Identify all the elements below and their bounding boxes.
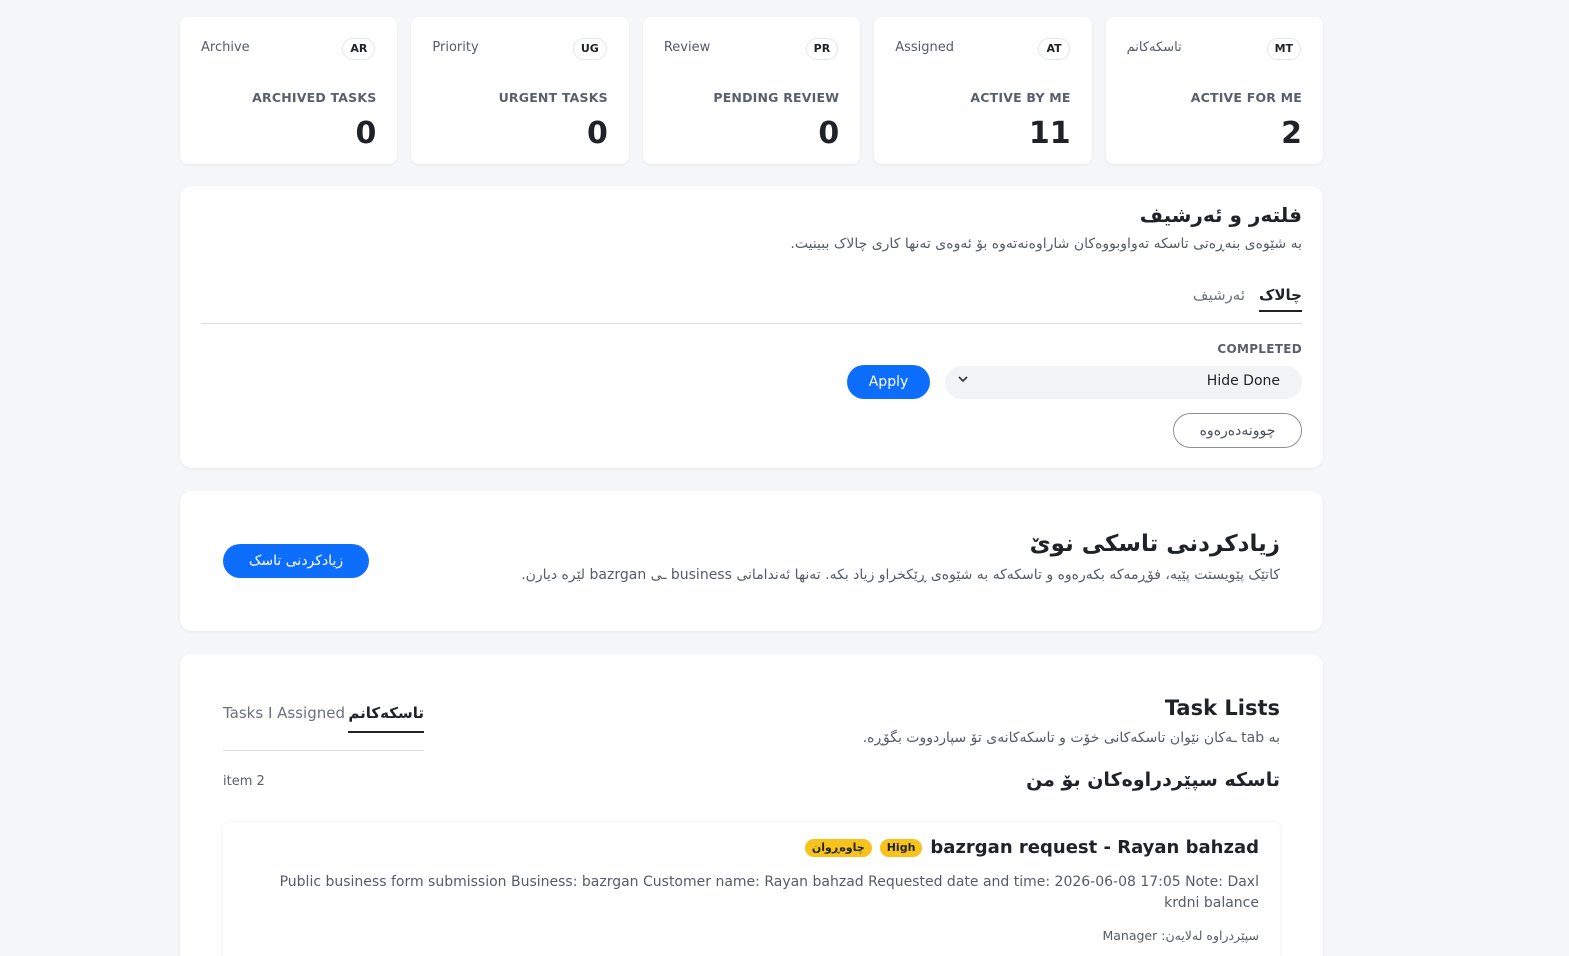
task-name: bazrgan request - Rayan bahzad <box>930 837 1259 858</box>
item-count: item 2 <box>223 774 265 789</box>
stat-label: Archive <box>201 40 250 55</box>
filter-description: بە شێوەی بنەڕەتی تاسکە تەواوبووەکان شارا… <box>790 236 1302 252</box>
tab-tasks-i-assigned[interactable]: Tasks I Assigned <box>223 704 345 722</box>
task-list-tabs: Tasks I Assigned تاسکەکانم <box>223 704 424 751</box>
stat-card-active-for-me[interactable]: تاسکەکانم MT ACTIVE FOR ME 2 <box>1105 17 1324 164</box>
stat-label: Review <box>663 40 711 55</box>
stat-title: ACTIVE BY ME <box>970 90 1071 105</box>
stat-title: ACTIVE FOR ME <box>1190 90 1303 105</box>
tab-my-tasks[interactable]: تاسکەکانم <box>348 704 424 733</box>
stat-value: 0 <box>355 116 377 151</box>
reset-button[interactable]: چوونەدەرەوە <box>1173 413 1302 448</box>
stat-value: 11 <box>1028 116 1071 151</box>
stat-title: PENDING REVIEW <box>713 90 840 105</box>
task-assigned-by: سپێردراوە لەلایەن: Manager <box>1102 928 1259 943</box>
chevron-down-icon <box>957 373 969 388</box>
stat-label: تاسکەکانم <box>1126 40 1182 55</box>
tab-archive[interactable]: ئەرشیف <box>1193 286 1245 312</box>
stat-badge: AR <box>342 38 376 60</box>
task-lists-description: بە tab ـەکان نێوان تاسکەکانی خۆت و تاسکە… <box>862 730 1280 746</box>
stat-card-active-by-me[interactable]: Assigned AT ACTIVE BY ME 11 <box>874 17 1092 164</box>
stat-value: 0 <box>818 116 840 151</box>
completed-select[interactable]: Hide Done <box>945 366 1302 399</box>
stat-card-archived[interactable]: Archive AR ARCHIVED TASKS 0 <box>180 17 398 164</box>
stat-value: 0 <box>586 116 608 151</box>
filter-card: فلتەر و ئەرشیف بە شێوەی بنەڕەتی تاسکە تە… <box>180 186 1323 468</box>
stat-card-pending-review[interactable]: Review PR PENDING REVIEW 0 <box>642 17 861 164</box>
stat-title: ARCHIVED TASKS <box>252 90 377 105</box>
task-card[interactable]: bazrgan request - Rayan bahzad High چاوە… <box>223 822 1280 956</box>
task-lists-card: Task Lists بە tab ـەکان نێوان تاسکەکانی … <box>180 654 1323 956</box>
new-task-description: کاتێک پێویستت پێیە، فۆڕمەکە بکەرەوە و تا… <box>521 567 1280 583</box>
task-lists-title: Task Lists <box>1164 696 1280 720</box>
task-description: Public business form submission Business… <box>279 874 1259 911</box>
stat-cards: Archive AR ARCHIVED TASKS 0 Priority UG … <box>180 17 1324 164</box>
stat-title: URGENT TASKS <box>498 90 608 105</box>
stat-badge: MT <box>1266 38 1302 60</box>
filter-title: فلتەر و ئەرشیف <box>1139 203 1302 227</box>
tab-active[interactable]: چالاک <box>1259 286 1302 312</box>
stat-card-urgent[interactable]: Priority UG URGENT TASKS 0 <box>411 17 629 164</box>
status-badge: چاوەڕوان <box>804 838 872 857</box>
completed-select-value: Hide Done <box>1206 373 1280 389</box>
stat-value: 2 <box>1281 116 1303 151</box>
apply-button[interactable]: Apply <box>847 365 930 399</box>
stat-badge: AT <box>1038 38 1070 60</box>
stat-badge: UG <box>572 38 607 60</box>
new-task-card: زیادکردنی تاسکی نوێ کاتێک پێویستت پێیە، … <box>180 491 1323 631</box>
stat-label: Priority <box>432 40 479 55</box>
section-title: تاسکە سپێردراوەکان بۆ من <box>1026 769 1280 791</box>
add-task-button[interactable]: زیادکردنی تاسک <box>223 544 369 578</box>
filter-tabs: چالاک ئەرشیف <box>1193 286 1302 312</box>
divider <box>201 323 1302 324</box>
stat-label: Assigned <box>895 40 955 55</box>
completed-label: COMPLETED <box>1217 342 1302 356</box>
stat-badge: PR <box>805 38 839 60</box>
task-title-row: bazrgan request - Rayan bahzad High چاوە… <box>804 837 1259 858</box>
priority-badge: High <box>879 838 923 857</box>
new-task-title: زیادکردنی تاسکی نوێ <box>1029 531 1280 557</box>
